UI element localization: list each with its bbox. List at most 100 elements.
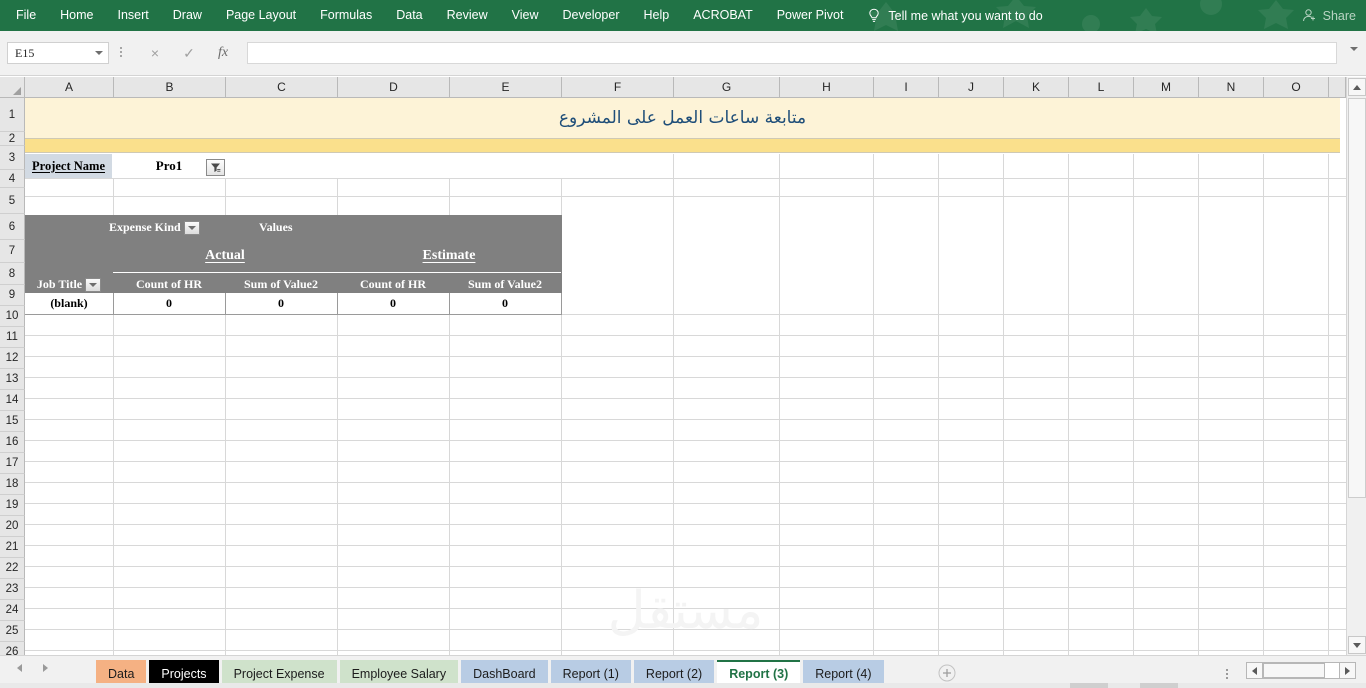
row-header-4[interactable]: 4 bbox=[0, 170, 25, 188]
column-header-l[interactable]: L bbox=[1069, 77, 1134, 98]
row-header-16[interactable]: 16 bbox=[0, 432, 25, 453]
row-header-18[interactable]: 18 bbox=[0, 474, 25, 495]
ribbon-tab-power-pivot[interactable]: Power Pivot bbox=[765, 0, 856, 31]
column-header-g[interactable]: G bbox=[674, 77, 780, 98]
column-header-h[interactable]: H bbox=[780, 77, 874, 98]
row-header-12[interactable]: 12 bbox=[0, 348, 25, 369]
column-header-j[interactable]: J bbox=[939, 77, 1004, 98]
next-sheet-icon[interactable] bbox=[40, 663, 50, 673]
sheet-title-banner: متابعة ساعات العمل على المشروع bbox=[25, 98, 1340, 139]
ribbon-tab-home[interactable]: Home bbox=[48, 0, 105, 31]
sheet-tab-report-2[interactable]: Report (2) bbox=[633, 660, 715, 685]
ribbon-tab-draw[interactable]: Draw bbox=[161, 0, 214, 31]
expense-kind-dropdown-icon[interactable] bbox=[183, 220, 200, 235]
sheet-tab-project-expense[interactable]: Project Expense bbox=[221, 660, 337, 685]
row-header-5[interactable]: 5 bbox=[0, 188, 25, 214]
ribbon-tab-data[interactable]: Data bbox=[384, 0, 434, 31]
column-header-e[interactable]: E bbox=[450, 77, 562, 98]
ribbon-tab-review[interactable]: Review bbox=[435, 0, 500, 31]
project-name-label-cell[interactable]: Project Name bbox=[25, 154, 112, 178]
row-header-10[interactable]: 10 bbox=[0, 306, 25, 327]
ribbon-tab-view[interactable]: View bbox=[500, 0, 551, 31]
column-header-b[interactable]: B bbox=[114, 77, 226, 98]
tell-me-search[interactable]: Tell me what you want to do bbox=[867, 8, 1043, 24]
scroll-down-button[interactable] bbox=[1348, 636, 1366, 654]
row-header-19[interactable]: 19 bbox=[0, 495, 25, 516]
tab-split-handle[interactable] bbox=[1226, 667, 1228, 681]
row-header-3[interactable]: 3 bbox=[0, 146, 25, 170]
row-header-20[interactable]: 20 bbox=[0, 516, 25, 537]
ribbon-tab-help[interactable]: Help bbox=[632, 0, 682, 31]
row-header-25[interactable]: 25 bbox=[0, 621, 25, 642]
row-header-2[interactable]: 2 bbox=[0, 132, 25, 146]
sheet-title-accent-band bbox=[25, 139, 1340, 153]
scroll-up-button[interactable] bbox=[1347, 78, 1366, 96]
sheet-tab-employee-salary[interactable]: Employee Salary bbox=[339, 660, 459, 685]
vertical-scrollbar[interactable] bbox=[1346, 77, 1366, 655]
sheet-nav-arrows[interactable] bbox=[14, 663, 50, 673]
column-header-o[interactable]: O bbox=[1264, 77, 1329, 98]
column-header-d[interactable]: D bbox=[338, 77, 450, 98]
project-name-filter-button[interactable] bbox=[206, 159, 225, 176]
row-header-1[interactable]: 1 bbox=[0, 98, 25, 132]
column-header-a[interactable]: A bbox=[25, 77, 114, 98]
job-title-dropdown-icon[interactable] bbox=[85, 277, 102, 292]
ribbon-tab-insert[interactable]: Insert bbox=[106, 0, 161, 31]
sheet-tab-dashboard[interactable]: DashBoard bbox=[461, 660, 548, 685]
column-header-k[interactable]: K bbox=[1004, 77, 1069, 98]
row-header-24[interactable]: 24 bbox=[0, 600, 25, 621]
ribbon-tab-acrobat[interactable]: ACROBAT bbox=[681, 0, 765, 31]
ribbon-tab-file[interactable]: File bbox=[0, 0, 48, 31]
ribbon-tab-developer[interactable]: Developer bbox=[551, 0, 632, 31]
table-row[interactable]: (blank) 0 0 0 0 bbox=[25, 293, 562, 315]
horizontal-scrollbar-thumb[interactable] bbox=[1263, 663, 1325, 678]
vertical-scrollbar-thumb[interactable] bbox=[1348, 98, 1366, 498]
row-header-11[interactable]: 11 bbox=[0, 327, 25, 348]
sheet-tab-report-3[interactable]: Report (3) bbox=[717, 660, 801, 685]
row-header-13[interactable]: 13 bbox=[0, 369, 25, 390]
row-header-9[interactable]: 9 bbox=[0, 285, 25, 306]
row-header-8[interactable]: 8 bbox=[0, 263, 25, 285]
row-header-7[interactable]: 7 bbox=[0, 240, 25, 263]
row-header-6[interactable]: 6 bbox=[0, 214, 25, 240]
column-header-i[interactable]: I bbox=[874, 77, 939, 98]
row-header-22[interactable]: 22 bbox=[0, 558, 25, 579]
row-header-23[interactable]: 23 bbox=[0, 579, 25, 600]
sheet-tab-report-1[interactable]: Report (1) bbox=[550, 660, 631, 685]
sheet-tab-projects[interactable]: Projects bbox=[149, 660, 219, 685]
insert-function-button[interactable]: fx bbox=[206, 42, 240, 64]
sheet-tab-data[interactable]: Data bbox=[96, 660, 147, 685]
confirm-entry-button[interactable]: ✓ bbox=[172, 42, 206, 64]
ribbon-tab-page-layout[interactable]: Page Layout bbox=[214, 0, 308, 31]
sheet-tab-report-4[interactable]: Report (4) bbox=[803, 660, 884, 685]
row-header-14[interactable]: 14 bbox=[0, 390, 25, 411]
expand-formula-bar-icon[interactable] bbox=[1350, 47, 1358, 51]
column-header-f[interactable]: F bbox=[562, 77, 674, 98]
lightbulb-icon bbox=[869, 8, 880, 22]
row-header-15[interactable]: 15 bbox=[0, 411, 25, 432]
previous-sheet-icon[interactable] bbox=[14, 663, 24, 673]
name-box[interactable]: E15 bbox=[7, 42, 109, 64]
name-box-value: E15 bbox=[15, 45, 35, 60]
row-header-21[interactable]: 21 bbox=[0, 537, 25, 558]
column-header-c[interactable]: C bbox=[226, 77, 338, 98]
scroll-right-button[interactable] bbox=[1339, 662, 1356, 679]
add-sheet-button[interactable] bbox=[938, 664, 956, 682]
column-header-n[interactable]: N bbox=[1199, 77, 1264, 98]
scroll-left-button[interactable] bbox=[1246, 662, 1263, 679]
column-header-m[interactable]: M bbox=[1134, 77, 1199, 98]
name-box-dropdown-icon[interactable] bbox=[90, 43, 108, 63]
row-header-17[interactable]: 17 bbox=[0, 453, 25, 474]
share-button[interactable]: Share bbox=[1302, 0, 1356, 31]
formula-input[interactable] bbox=[247, 42, 1337, 64]
ribbon-tab-formulas[interactable]: Formulas bbox=[308, 0, 384, 31]
horizontal-scrollbar[interactable] bbox=[1246, 661, 1356, 680]
horizontal-scrollbar-track[interactable] bbox=[1263, 662, 1339, 679]
cancel-entry-button[interactable]: × bbox=[138, 42, 172, 64]
column-header-partial[interactable] bbox=[1329, 77, 1346, 98]
pivot-row-field-header[interactable]: Job Title bbox=[25, 276, 113, 293]
select-all-corner[interactable] bbox=[0, 77, 25, 98]
expense-kind-field[interactable]: Expense Kind bbox=[109, 220, 200, 235]
pivot-cell-2: 0 bbox=[390, 296, 396, 310]
pivot-cell-0: 0 bbox=[166, 296, 172, 310]
